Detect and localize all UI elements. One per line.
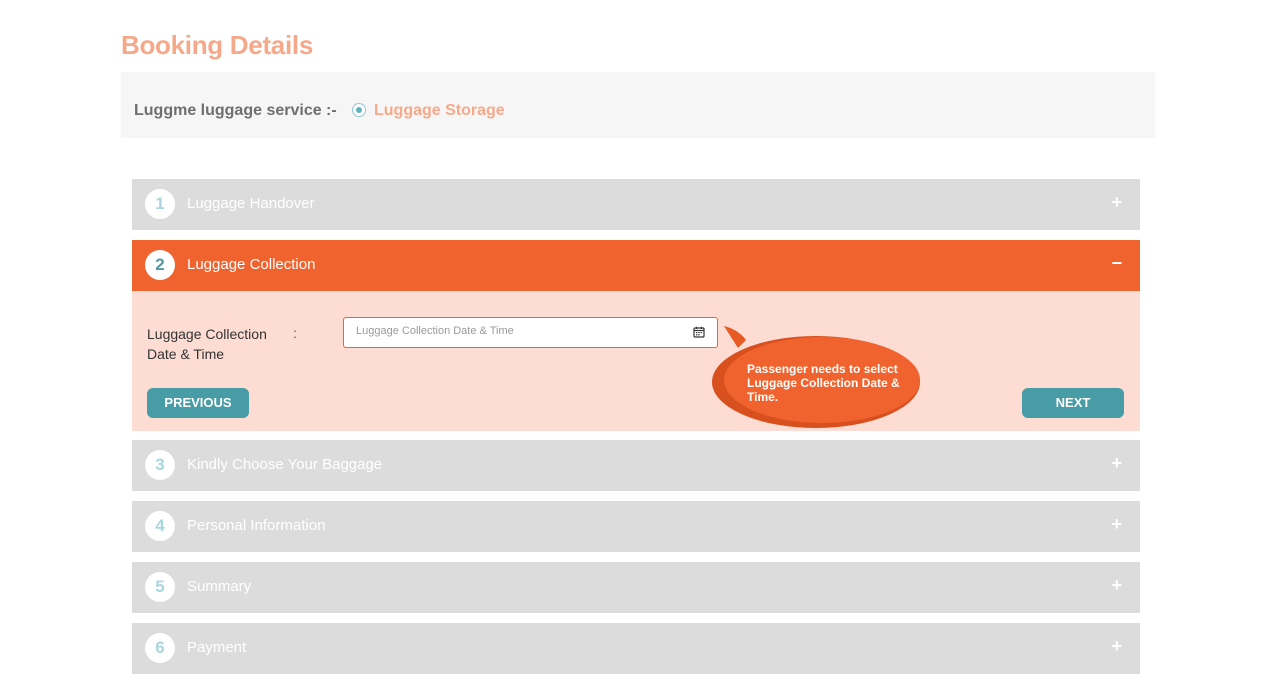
calendar-icon[interactable] [693, 326, 705, 338]
service-bar: Luggme luggage service :- Luggage Storag… [121, 72, 1155, 138]
luggage-collection-panel: Luggage Collection Date & Time : PREVIOU… [132, 291, 1140, 431]
step-summary[interactable]: 5 Summary + [132, 562, 1140, 613]
label-colon: : [293, 325, 297, 341]
step-title: Payment [187, 639, 247, 656]
step-number: 5 [145, 572, 175, 602]
step-title: Personal Information [187, 517, 326, 534]
expand-icon[interactable]: + [1111, 636, 1122, 657]
luggage-storage-label[interactable]: Luggage Storage [374, 102, 505, 120]
step-number: 3 [145, 450, 175, 480]
step-choose-baggage[interactable]: 3 Kindly Choose Your Baggage + [132, 440, 1140, 491]
next-button[interactable]: NEXT [1022, 388, 1124, 418]
expand-icon[interactable]: + [1111, 192, 1122, 213]
step-number: 1 [145, 189, 175, 219]
page-title: Booking Details [121, 30, 313, 60]
step-number: 6 [145, 633, 175, 663]
previous-button[interactable]: PREVIOUS [147, 388, 249, 418]
luggage-storage-radio[interactable] [352, 103, 366, 117]
service-label: Luggme luggage service :- [134, 102, 337, 119]
step-personal-information[interactable]: 4 Personal Information + [132, 501, 1140, 552]
step-luggage-handover[interactable]: 1 Luggage Handover + [132, 179, 1140, 230]
collection-datetime-input[interactable] [354, 324, 678, 338]
step-number: 2 [145, 250, 175, 280]
expand-icon[interactable]: + [1111, 575, 1122, 596]
step-luggage-collection[interactable]: 2 Luggage Collection − [132, 240, 1140, 291]
step-payment[interactable]: 6 Payment + [132, 623, 1140, 674]
collection-datetime-field[interactable] [343, 317, 718, 348]
callout-text: Passenger needs to select Luggage Collec… [747, 362, 900, 404]
step-title: Luggage Collection [187, 256, 316, 273]
collapse-icon[interactable]: − [1111, 253, 1122, 274]
step-title: Kindly Choose Your Baggage [187, 456, 383, 473]
step-title: Summary [187, 578, 252, 595]
step-title: Luggage Handover [187, 195, 315, 212]
expand-icon[interactable]: + [1111, 514, 1122, 535]
collection-datetime-label: Luggage Collection Date & Time [147, 326, 267, 362]
step-number: 4 [145, 511, 175, 541]
expand-icon[interactable]: + [1111, 453, 1122, 474]
